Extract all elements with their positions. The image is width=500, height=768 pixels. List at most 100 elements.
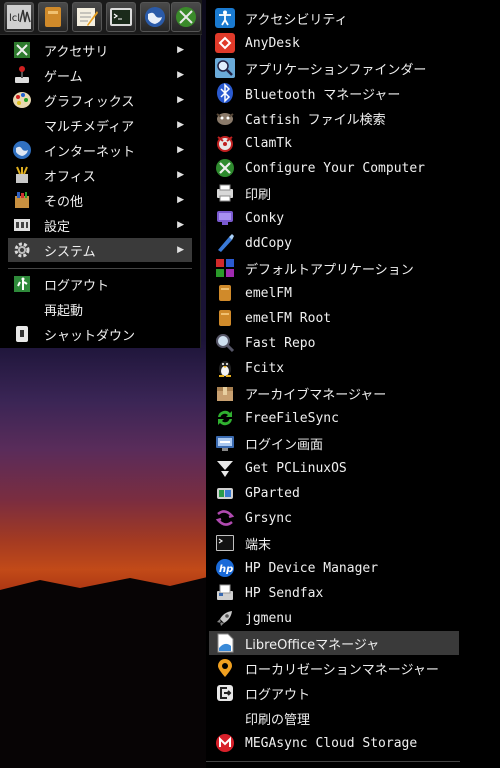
submenu-item-terminal[interactable]: 端末 bbox=[209, 531, 459, 555]
fax-icon bbox=[213, 581, 237, 605]
fcitx-penguin-icon bbox=[213, 356, 237, 380]
conky-icon bbox=[213, 206, 237, 230]
archive-manager-icon bbox=[213, 381, 237, 405]
submenu-item-logout[interactable]: ログアウト bbox=[209, 681, 459, 705]
other-icon bbox=[10, 188, 34, 212]
submenu-item-megasync[interactable]: MEGAsync Cloud Storage bbox=[209, 731, 459, 755]
terminal-icon bbox=[213, 531, 237, 555]
grsync-icon bbox=[213, 506, 237, 530]
anydesk-icon bbox=[213, 31, 237, 55]
main-menu-item-reboot[interactable]: 再起動 bbox=[8, 297, 192, 321]
location-pin-icon bbox=[213, 656, 237, 680]
web-browser-icon bbox=[145, 7, 165, 27]
hp-logo-icon: hp bbox=[213, 556, 237, 580]
logout-icon bbox=[213, 681, 237, 705]
terminal-icon bbox=[110, 8, 132, 26]
web-browser-launcher-button[interactable] bbox=[140, 2, 170, 32]
main-menu-item-games[interactable]: ゲーム ▶ bbox=[8, 63, 192, 87]
launcher-bar: lcl bbox=[0, 0, 202, 35]
gparted-icon bbox=[213, 481, 237, 505]
submenu-item-localization-manager[interactable]: ローカリゼーションマネージャー bbox=[209, 656, 459, 680]
submenu-item-libreoffice-manager[interactable]: LibreOfficeマネージャ bbox=[209, 631, 459, 655]
main-menu-item-logout[interactable]: ログアウト bbox=[8, 272, 192, 296]
text-editor-icon bbox=[77, 8, 98, 26]
emelfm-icon bbox=[213, 281, 237, 305]
get-pclinuxos-icon bbox=[213, 456, 237, 480]
submenu-item-ddcopy[interactable]: ddCopy bbox=[209, 231, 459, 255]
submenu-item-print-management[interactable]: 印刷の管理 bbox=[209, 706, 459, 730]
graphics-icon bbox=[10, 88, 34, 112]
submenu-item-configure-computer[interactable]: Configure Your Computer bbox=[209, 156, 459, 180]
submenu-item-archive-manager[interactable]: アーカイブマネージャー bbox=[209, 381, 459, 405]
submenu-item-clamtk[interactable]: ClamTk bbox=[209, 131, 459, 155]
logout-icon bbox=[10, 272, 34, 296]
text-editor-launcher-button[interactable] bbox=[72, 2, 102, 32]
default-apps-icon bbox=[213, 256, 237, 280]
submenu-arrow-icon: ▶ bbox=[177, 145, 184, 155]
file-manager-icon bbox=[45, 7, 61, 27]
libreoffice-icon bbox=[213, 631, 237, 655]
submenu-arrow-icon: ▶ bbox=[177, 245, 184, 255]
submenu-item-accessibility[interactable]: アクセシビリティ bbox=[209, 6, 459, 30]
settings-icon bbox=[10, 213, 34, 237]
submenu-item-print[interactable]: 印刷 bbox=[209, 181, 459, 205]
svg-text:lcl: lcl bbox=[9, 13, 20, 24]
submenu-arrow-icon: ▶ bbox=[177, 45, 184, 55]
games-icon bbox=[10, 63, 34, 87]
login-screen-icon bbox=[213, 431, 237, 455]
submenu-arrow-icon: ▶ bbox=[177, 70, 184, 80]
submenu-item-freefilesync[interactable]: FreeFileSync bbox=[209, 406, 459, 430]
submenu-item-anydesk[interactable]: AnyDesk bbox=[209, 31, 459, 55]
app-finder-icon bbox=[213, 56, 237, 80]
submenu-item-login-screen[interactable]: ログイン画面 bbox=[209, 431, 459, 455]
mega-icon bbox=[213, 731, 237, 755]
submenu-item-grsync[interactable]: Grsync bbox=[209, 506, 459, 530]
menu-separator bbox=[206, 761, 460, 762]
main-menu-item-shutdown[interactable]: シャットダウン bbox=[8, 322, 192, 346]
main-menu-item-office[interactable]: オフィス ▶ bbox=[8, 163, 192, 187]
main-menu-item-settings[interactable]: 設定 ▶ bbox=[8, 213, 192, 237]
ddcopy-icon bbox=[213, 231, 237, 255]
fast-repo-icon bbox=[213, 331, 237, 355]
desktop: lcl アクセサリ ▶ ゲーム ▶ グラフィックス ▶ マルチメディア ▶ イン… bbox=[0, 0, 500, 768]
submenu-item-jgmenu[interactable]: jgmenu bbox=[209, 606, 459, 630]
catfish-icon bbox=[213, 106, 237, 130]
submenu-item-hp-sendfax[interactable]: HP Sendfax bbox=[209, 581, 459, 605]
submenu-item-hp-device-manager[interactable]: hp HP Device Manager bbox=[209, 556, 459, 580]
main-menu-item-multimedia[interactable]: マルチメディア ▶ bbox=[8, 113, 192, 137]
main-menu: アクセサリ ▶ ゲーム ▶ グラフィックス ▶ マルチメディア ▶ インターネッ… bbox=[0, 35, 201, 348]
submenu-item-conky[interactable]: Conky bbox=[209, 206, 459, 230]
configure-computer-icon bbox=[213, 156, 237, 180]
submenu-item-fcitx[interactable]: Fcitx bbox=[209, 356, 459, 380]
system-gear-icon bbox=[10, 238, 34, 262]
freefilesync-icon bbox=[213, 406, 237, 430]
main-menu-item-graphics[interactable]: グラフィックス ▶ bbox=[8, 88, 192, 112]
submenu-item-emelfm-root[interactable]: emelFM Root bbox=[209, 306, 459, 330]
submenu-arrow-icon: ▶ bbox=[177, 120, 184, 130]
main-menu-item-system[interactable]: システム ▶ bbox=[8, 238, 192, 262]
submenu-item-gparted[interactable]: GParted bbox=[209, 481, 459, 505]
submenu-item-default-apps[interactable]: デフォルトアプリケーション bbox=[209, 256, 459, 280]
bluetooth-icon bbox=[213, 81, 237, 105]
jgmenu-rocket-icon bbox=[213, 606, 237, 630]
terminal-launcher-button[interactable] bbox=[106, 2, 136, 32]
pclinuxos-launcher-button[interactable]: lcl bbox=[4, 2, 34, 32]
file-manager-launcher-button[interactable] bbox=[38, 2, 68, 32]
submenu-arrow-icon: ▶ bbox=[177, 220, 184, 230]
submenu-arrow-icon: ▶ bbox=[177, 195, 184, 205]
svg-text:hp: hp bbox=[219, 564, 233, 575]
accessories-icon bbox=[10, 38, 34, 62]
submenu-item-fast-repo[interactable]: Fast Repo bbox=[209, 331, 459, 355]
submenu-item-get-pclinuxos[interactable]: Get PCLinuxOS bbox=[209, 456, 459, 480]
main-menu-item-accessories[interactable]: アクセサリ ▶ bbox=[8, 38, 192, 62]
shutdown-icon bbox=[10, 322, 34, 346]
submenu-item-emelfm[interactable]: emelFM bbox=[209, 281, 459, 305]
main-menu-item-other[interactable]: その他 ▶ bbox=[8, 188, 192, 212]
office-icon bbox=[10, 163, 34, 187]
submenu-item-catfish[interactable]: Catfish ファイル検索 bbox=[209, 106, 459, 130]
menu-separator bbox=[8, 268, 192, 269]
configure-computer-launcher-button[interactable] bbox=[171, 2, 201, 32]
submenu-item-app-finder[interactable]: アプリケーションファインダー bbox=[209, 56, 459, 80]
main-menu-item-internet[interactable]: インターネット ▶ bbox=[8, 138, 192, 162]
submenu-item-bluetooth[interactable]: Bluetooth マネージャー bbox=[209, 81, 459, 105]
